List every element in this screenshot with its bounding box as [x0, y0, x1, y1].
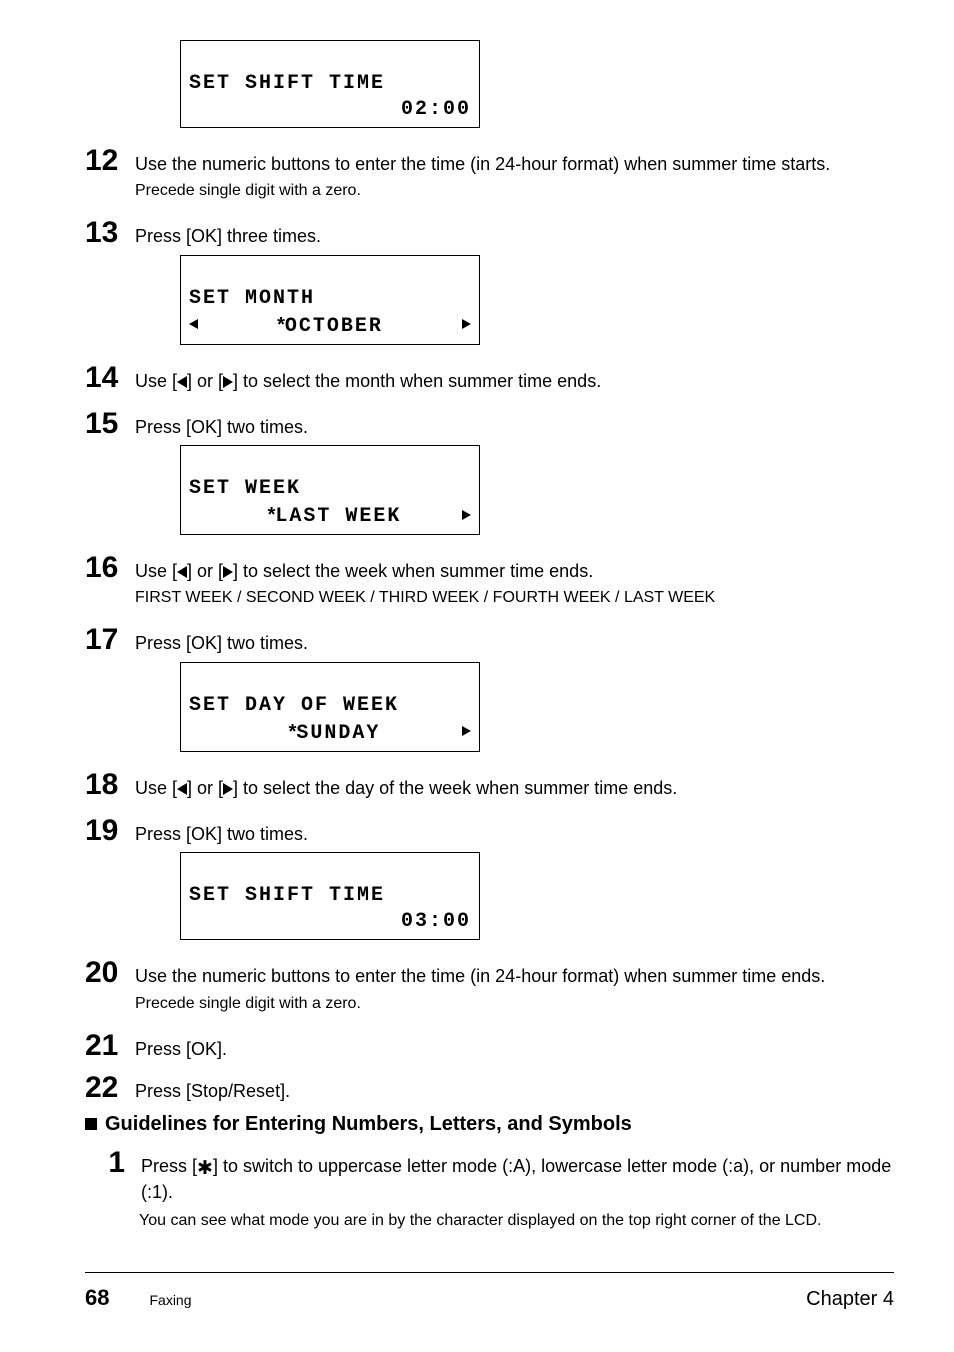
- lcd-line1: SET WEEK: [189, 477, 301, 500]
- substep-1-sub: You can see what mode you are in by the …: [139, 1210, 894, 1232]
- step-body: Press [OK] two times.: [135, 822, 894, 846]
- step-14: 14 Use [] or [] to select the month when…: [85, 363, 894, 393]
- step-number: 15: [85, 409, 135, 439]
- lcd-time-value: 03:00: [401, 909, 471, 935]
- step-number: 14: [85, 363, 135, 393]
- left-arrow-icon: [177, 376, 187, 388]
- lcd-set-week: SET WEEK *LAST WEEK: [180, 445, 894, 535]
- star-icon: ✱: [197, 1158, 213, 1179]
- step-20: 20 Use the numeric buttons to enter the …: [85, 958, 894, 988]
- step-body: Use [] or [] to select the week when sum…: [135, 559, 894, 583]
- step-19: 19 Press [OK] two times.: [85, 816, 894, 846]
- step-13: 13 Press [OK] three times.: [85, 218, 894, 248]
- step-15: 15 Press [OK] two times.: [85, 409, 894, 439]
- step-number: 12: [85, 146, 135, 176]
- step-17: 17 Press [OK] two times.: [85, 625, 894, 655]
- step-body: Press [Stop/Reset].: [135, 1079, 894, 1103]
- step-number: 17: [85, 625, 135, 655]
- step-18: 18 Use [] or [] to select the day of the…: [85, 770, 894, 800]
- lcd-line1: SET MONTH: [189, 287, 315, 310]
- left-arrow-icon: [177, 783, 187, 795]
- lcd-line1: SET SHIFT TIME: [189, 72, 385, 95]
- lcd-time-value: 02:00: [401, 97, 471, 123]
- right-arrow-icon: [462, 724, 471, 741]
- lcd-value: LAST WEEK: [275, 505, 401, 528]
- lcd-set-day-of-week: SET DAY OF WEEK *SUNDAY: [180, 662, 894, 752]
- subheading-guidelines: Guidelines for Entering Numbers, Letters…: [85, 1113, 894, 1136]
- lcd-value: SUNDAY: [296, 722, 380, 745]
- step-body: Press [OK] two times.: [135, 415, 894, 439]
- lcd-value: OCTOBER: [285, 315, 383, 338]
- step-number: 22: [85, 1073, 135, 1103]
- right-arrow-icon: [223, 566, 233, 578]
- step-number: 1: [105, 1148, 139, 1178]
- section-name: Faxing: [149, 1292, 191, 1308]
- step-number: 19: [85, 816, 135, 846]
- right-arrow-icon: [462, 508, 471, 525]
- step-body: Press [✱] to switch to uppercase letter …: [139, 1154, 894, 1204]
- step-body: Use [] or [] to select the month when su…: [135, 369, 894, 393]
- step-body: Press [OK] three times.: [135, 224, 894, 248]
- chapter-label: Chapter 4: [806, 1288, 894, 1311]
- step-16-sub: FIRST WEEK / SECOND WEEK / THIRD WEEK / …: [135, 589, 894, 607]
- page-number: 68: [85, 1285, 109, 1311]
- step-number: 18: [85, 770, 135, 800]
- step-number: 13: [85, 218, 135, 248]
- lcd-set-shift-time-end: SET SHIFT TIME 03:00: [180, 852, 894, 940]
- step-number: 20: [85, 958, 135, 988]
- right-arrow-icon: [223, 376, 233, 388]
- step-12: 12 Use the numeric buttons to enter the …: [85, 146, 894, 176]
- step-body: Press [OK].: [135, 1037, 894, 1061]
- square-bullet-icon: [85, 1118, 97, 1130]
- step-number: 21: [85, 1031, 135, 1061]
- lcd-line1: SET SHIFT TIME: [189, 884, 385, 907]
- step-body: Press [OK] two times.: [135, 631, 894, 655]
- step-body: Use the numeric buttons to enter the tim…: [135, 964, 894, 988]
- step-number: 16: [85, 553, 135, 583]
- step-body: Use the numeric buttons to enter the tim…: [135, 152, 894, 176]
- left-arrow-icon: [189, 317, 198, 334]
- right-arrow-icon: [462, 317, 471, 334]
- step-16: 16 Use [] or [] to select the week when …: [85, 553, 894, 583]
- step-22: 22 Press [Stop/Reset].: [85, 1073, 894, 1103]
- step-12-sub: Precede single digit with a zero.: [135, 182, 894, 200]
- lcd-set-month: SET MONTH *OCTOBER: [180, 255, 894, 345]
- step-20-sub: Precede single digit with a zero.: [135, 995, 894, 1013]
- left-arrow-icon: [177, 566, 187, 578]
- step-21: 21 Press [OK].: [85, 1031, 894, 1061]
- lcd-set-shift-time-start: SET SHIFT TIME 02:00: [180, 40, 894, 128]
- page-footer: 68 Faxing Chapter 4: [85, 1272, 894, 1311]
- lcd-line1: SET DAY OF WEEK: [189, 694, 399, 717]
- step-body: Use [] or [] to select the day of the we…: [135, 776, 894, 800]
- substep-1: 1 Press [✱] to switch to uppercase lette…: [105, 1148, 894, 1204]
- right-arrow-icon: [223, 783, 233, 795]
